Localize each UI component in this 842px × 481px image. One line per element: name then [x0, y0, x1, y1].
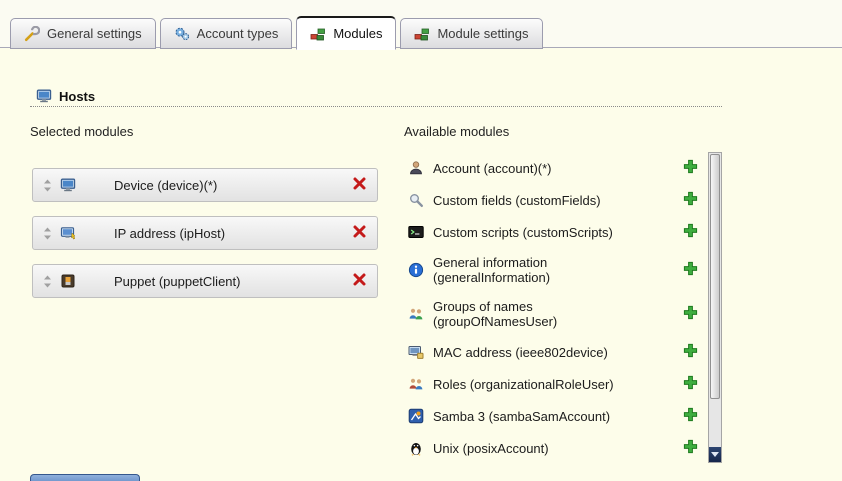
- add-module-button[interactable]: [683, 261, 698, 279]
- tab-bar: General settings Account types Modules M…: [10, 16, 543, 49]
- selected-module-label: Puppet (puppetClient): [114, 274, 240, 289]
- modules-icon: [310, 26, 326, 42]
- tab-account-types[interactable]: Account types: [160, 18, 293, 49]
- available-module-row: Roles (organizationalRoleUser): [404, 368, 704, 400]
- add-module-button[interactable]: [683, 305, 698, 323]
- module-settings-icon: [414, 26, 430, 42]
- add-module-button[interactable]: [683, 375, 698, 393]
- add-module-button[interactable]: [683, 343, 698, 361]
- magnifier-icon: [408, 192, 424, 208]
- tab-label: Account types: [197, 26, 279, 41]
- section-divider: [30, 106, 722, 107]
- available-module-row: Custom fields (customFields): [404, 184, 704, 216]
- tab-modules[interactable]: Modules: [296, 16, 396, 50]
- available-module-label: Samba 3 (sambaSamAccount): [433, 409, 648, 424]
- scrollbar-thumb[interactable]: [710, 154, 720, 399]
- drag-handle-icon[interactable]: [43, 275, 52, 288]
- chevron-down-icon: [711, 452, 719, 457]
- available-module-label: MAC address (ieee802device): [433, 345, 648, 360]
- available-modules-panel: Account (account)(*) Custom fields (cust…: [404, 152, 722, 463]
- add-module-button[interactable]: [683, 223, 698, 241]
- gears-icon: [174, 26, 190, 42]
- available-module-row: MAC address (ieee802device): [404, 336, 704, 368]
- selected-module-row[interactable]: Device (device)(*): [32, 168, 378, 202]
- monitor-icon: [36, 88, 52, 104]
- penguin-icon: [408, 440, 424, 456]
- available-module-label: Unix (posixAccount): [433, 441, 648, 456]
- remove-module-button[interactable]: [352, 272, 367, 290]
- account-icon: [408, 160, 424, 176]
- samba-icon: [408, 408, 424, 424]
- roles-icon: [408, 376, 424, 392]
- selected-modules-header: Selected modules: [30, 124, 133, 139]
- plus-icon: [683, 375, 698, 393]
- selected-module-label: Device (device)(*): [114, 178, 217, 193]
- add-module-button[interactable]: [683, 407, 698, 425]
- remove-module-button[interactable]: [352, 176, 367, 194]
- available-module-row: Account (account)(*): [404, 152, 704, 184]
- scrollbar[interactable]: [708, 152, 722, 463]
- available-module-label: Account (account)(*): [433, 161, 648, 176]
- lam-configuration-page: General settings Account types Modules M…: [0, 0, 842, 481]
- ip-address-icon: [60, 225, 76, 241]
- selected-module-label: IP address (ipHost): [114, 226, 225, 241]
- wrench-icon: [24, 26, 40, 42]
- page-title: Hosts: [59, 89, 95, 104]
- available-modules-list: Account (account)(*) Custom fields (cust…: [404, 152, 704, 463]
- available-module-label: Roles (organizationalRoleUser): [433, 377, 648, 392]
- selected-module-row[interactable]: IP address (ipHost): [32, 216, 378, 250]
- plus-icon: [683, 439, 698, 457]
- drag-handle-icon[interactable]: [43, 179, 52, 192]
- available-module-row: General information (generalInformation): [404, 248, 704, 292]
- tab-general-settings[interactable]: General settings: [10, 18, 156, 49]
- delete-icon: [352, 272, 367, 290]
- info-icon: [408, 262, 424, 278]
- available-module-row: Samba 3 (sambaSamAccount): [404, 400, 704, 432]
- available-modules-header: Available modules: [404, 124, 509, 139]
- tab-label: General settings: [47, 26, 142, 41]
- section-heading: Hosts: [36, 88, 95, 104]
- available-module-row: Unix (posixAccount): [404, 432, 704, 463]
- plus-icon: [683, 407, 698, 425]
- available-module-row: Groups of names (groupOfNamesUser): [404, 292, 704, 336]
- add-module-button[interactable]: [683, 159, 698, 177]
- plus-icon: [683, 305, 698, 323]
- delete-icon: [352, 176, 367, 194]
- available-module-label: Groups of names (groupOfNamesUser): [433, 299, 648, 329]
- add-module-button[interactable]: [683, 191, 698, 209]
- device-icon: [60, 177, 76, 193]
- plus-icon: [683, 191, 698, 209]
- network-chip-icon: [408, 344, 424, 360]
- available-module-label: General information (generalInformation): [433, 255, 648, 285]
- plus-icon: [683, 343, 698, 361]
- plus-icon: [683, 223, 698, 241]
- add-module-button[interactable]: [683, 439, 698, 457]
- selected-modules-list: Device (device)(*) IP address (ipHost) P…: [32, 168, 378, 312]
- tab-label: Modules: [333, 26, 382, 41]
- available-module-label: Custom fields (customFields): [433, 193, 648, 208]
- groups-icon: [408, 306, 424, 322]
- drag-handle-icon[interactable]: [43, 227, 52, 240]
- selected-module-row[interactable]: Puppet (puppetClient): [32, 264, 378, 298]
- tab-module-settings[interactable]: Module settings: [400, 18, 542, 49]
- remove-module-button[interactable]: [352, 224, 367, 242]
- plus-icon: [683, 261, 698, 279]
- plus-icon: [683, 159, 698, 177]
- available-module-row: Custom scripts (customScripts): [404, 216, 704, 248]
- terminal-icon: [408, 224, 424, 240]
- delete-icon: [352, 224, 367, 242]
- scroll-down-button[interactable]: [709, 447, 721, 462]
- available-module-label: Custom scripts (customScripts): [433, 225, 648, 240]
- save-button-partial[interactable]: [30, 474, 140, 481]
- tab-label: Module settings: [437, 26, 528, 41]
- puppet-icon: [60, 273, 76, 289]
